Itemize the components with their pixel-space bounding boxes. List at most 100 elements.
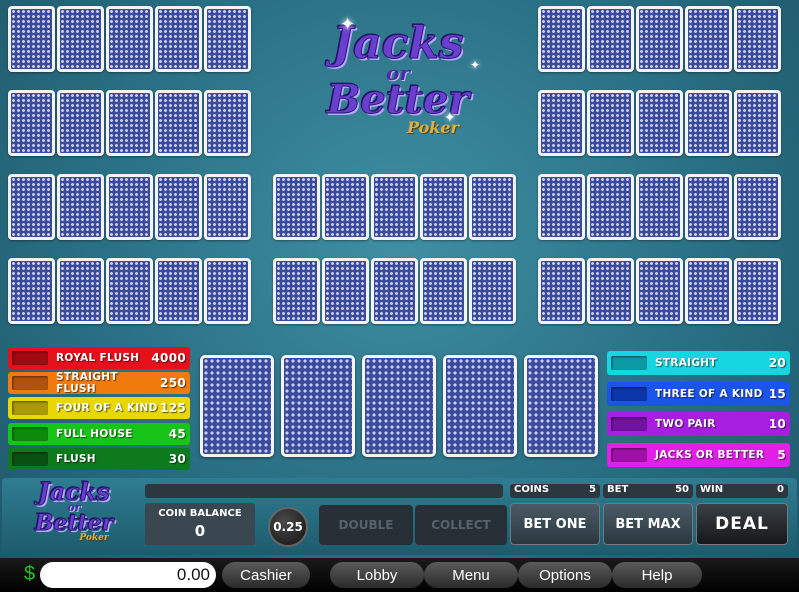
paytable-value: 45: [168, 427, 186, 441]
card-back: [734, 6, 781, 72]
card-back: [420, 258, 467, 324]
bet-value: 50: [675, 484, 689, 495]
win-box: WIN 0: [696, 484, 788, 498]
paytable-name: THREE OF A KIND: [655, 388, 763, 400]
menu-button[interactable]: Menu: [424, 562, 518, 588]
coins-value: 5: [589, 484, 596, 495]
card-back: [587, 258, 634, 324]
coin-value-button[interactable]: 0.25: [268, 507, 308, 547]
footer-bar: $ 0.00 Cashier Lobby Menu Options Help: [0, 558, 799, 592]
card-back: [587, 174, 634, 240]
card-back: [538, 6, 585, 72]
help-button[interactable]: Help: [612, 562, 702, 588]
coin-balance-value: 0: [194, 522, 206, 540]
paytable-swatch: [611, 356, 647, 370]
card-back: [8, 174, 55, 240]
paytable-swatch: [12, 427, 48, 441]
card-back: [371, 258, 418, 324]
main-hand-card-4[interactable]: [443, 355, 517, 457]
lobby-button[interactable]: Lobby: [330, 562, 424, 588]
win-value: 0: [777, 484, 784, 495]
coins-box: COINS 5: [510, 484, 600, 498]
paytable-name: ROYAL FLUSH: [56, 352, 140, 364]
hand-7: [538, 6, 781, 72]
card-back: [204, 6, 251, 72]
paytable-swatch: [611, 448, 647, 462]
card-back: [420, 174, 467, 240]
card-back: [685, 6, 732, 72]
cashier-button[interactable]: Cashier: [222, 562, 310, 588]
paytable-swatch: [611, 387, 647, 401]
card-back: [8, 90, 55, 156]
bet-max-button[interactable]: BET MAX: [603, 503, 693, 545]
card-back: [57, 174, 104, 240]
card-back: [322, 174, 369, 240]
card-back: [734, 258, 781, 324]
card-back: [685, 174, 732, 240]
panel-logo: Jacks or Better Poker: [14, 479, 134, 543]
paytable-three-of-a-kind: THREE OF A KIND 15: [607, 382, 790, 406]
paytable-name: FLUSH: [56, 453, 96, 465]
paytable-swatch: [12, 376, 48, 390]
card-back: [155, 90, 202, 156]
paytable-swatch: [12, 401, 48, 415]
paytable-swatch: [611, 417, 647, 431]
card-back: [204, 90, 251, 156]
hand-3: [8, 174, 251, 240]
card-back: [273, 174, 320, 240]
card-back: [106, 6, 153, 72]
hand-6: [273, 258, 516, 324]
card-back: [57, 6, 104, 72]
paytable-swatch: [12, 452, 48, 466]
main-hand-card-1[interactable]: [200, 355, 274, 457]
collect-button[interactable]: COLLECT: [415, 505, 507, 545]
card-back: [155, 258, 202, 324]
sparkle-icon: ✦: [340, 14, 356, 35]
card-back: [204, 258, 251, 324]
paytable-jacks-or-better: JACKS OR BETTER 5: [607, 443, 790, 467]
card-back: [636, 258, 683, 324]
deal-button[interactable]: DEAL: [696, 503, 788, 545]
card-back: [469, 258, 516, 324]
paytable-name: FULL HOUSE: [56, 428, 133, 440]
card-back: [538, 258, 585, 324]
hand-2: [8, 90, 251, 156]
card-back: [636, 6, 683, 72]
message-bar: [145, 484, 503, 498]
double-button[interactable]: DOUBLE: [319, 505, 413, 545]
paytable-name: STRAIGHT: [655, 357, 717, 369]
sparkle-icon: ✦: [470, 58, 481, 72]
paytable-full-house: FULL HOUSE 45: [8, 423, 190, 445]
balance-field: 0.00: [40, 562, 216, 588]
hand-9: [538, 174, 781, 240]
card-back: [538, 90, 585, 156]
card-back: [636, 174, 683, 240]
main-hand-card-2[interactable]: [281, 355, 355, 457]
bet-box: BET 50: [603, 484, 693, 498]
hand-5: [273, 174, 516, 240]
card-back: [685, 90, 732, 156]
card-back: [273, 258, 320, 324]
paytable-name: STRAIGHT FLUSH: [56, 371, 118, 395]
sparkle-icon: ✦: [444, 110, 456, 126]
card-back: [57, 258, 104, 324]
card-back: [106, 258, 153, 324]
card-back: [155, 174, 202, 240]
main-hand-card-5[interactable]: [524, 355, 598, 457]
paytable-straight-flush: STRAIGHT FLUSH 250: [8, 371, 190, 395]
options-button[interactable]: Options: [518, 562, 612, 588]
card-back: [322, 258, 369, 324]
hand-4: [8, 258, 251, 324]
paytable-straight: STRAIGHT 20: [607, 351, 790, 375]
paytable-name: TWO PAIR: [655, 418, 716, 430]
card-back: [469, 174, 516, 240]
card-back: [587, 90, 634, 156]
card-back: [106, 174, 153, 240]
card-back: [734, 90, 781, 156]
paytable-flush: FLUSH 30: [8, 448, 190, 470]
bet-one-button[interactable]: BET ONE: [510, 503, 600, 545]
paytable-value: 250: [160, 376, 186, 390]
paytable-value: 4000: [151, 351, 186, 365]
win-label: WIN: [700, 484, 724, 495]
main-hand-card-3[interactable]: [362, 355, 436, 457]
